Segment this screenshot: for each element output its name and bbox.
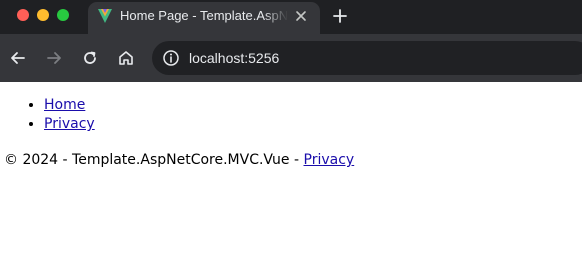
- footer-privacy-link[interactable]: Privacy: [304, 152, 355, 168]
- footer-text: © 2024 - Template.AspNetCore.MVC.Vue -: [4, 152, 304, 168]
- maximize-window-button[interactable]: [57, 9, 69, 21]
- nav-item-privacy: Privacy: [44, 115, 95, 134]
- nav-item-home: Home: [44, 96, 95, 115]
- close-window-button[interactable]: [17, 9, 29, 21]
- nav-list: Home Privacy: [24, 96, 95, 134]
- arrow-left-icon[interactable]: [8, 48, 28, 68]
- arrow-right-icon[interactable]: [44, 48, 64, 68]
- home-icon[interactable]: [116, 48, 136, 68]
- close-icon[interactable]: [292, 7, 310, 25]
- browser-tab-active[interactable]: Home Page - Template.AspNetCore.MVC.Vue: [88, 2, 320, 34]
- minimize-window-button[interactable]: [37, 9, 49, 21]
- browser-toolbar: localhost:5256: [0, 34, 582, 82]
- nav-link-home[interactable]: Home: [44, 97, 85, 113]
- info-icon[interactable]: [162, 49, 180, 67]
- nav-link-privacy[interactable]: Privacy: [44, 116, 95, 132]
- address-bar[interactable]: localhost:5256: [152, 41, 582, 75]
- browser-window: Home Page - Template.AspNetCore.MVC.Vue: [0, 0, 582, 256]
- tab-title: Home Page - Template.AspNetCore.MVC.Vue: [120, 8, 288, 23]
- footer: © 2024 - Template.AspNetCore.MVC.Vue - P…: [4, 151, 354, 170]
- page-content: Home Privacy © 2024 - Template.AspNetCor…: [0, 82, 582, 256]
- tab-strip: Home Page - Template.AspNetCore.MVC.Vue: [0, 0, 582, 34]
- vue-logo-icon: [97, 8, 113, 24]
- reload-icon[interactable]: [80, 48, 100, 68]
- address-text[interactable]: localhost:5256: [189, 49, 279, 67]
- plus-icon[interactable]: [330, 6, 350, 26]
